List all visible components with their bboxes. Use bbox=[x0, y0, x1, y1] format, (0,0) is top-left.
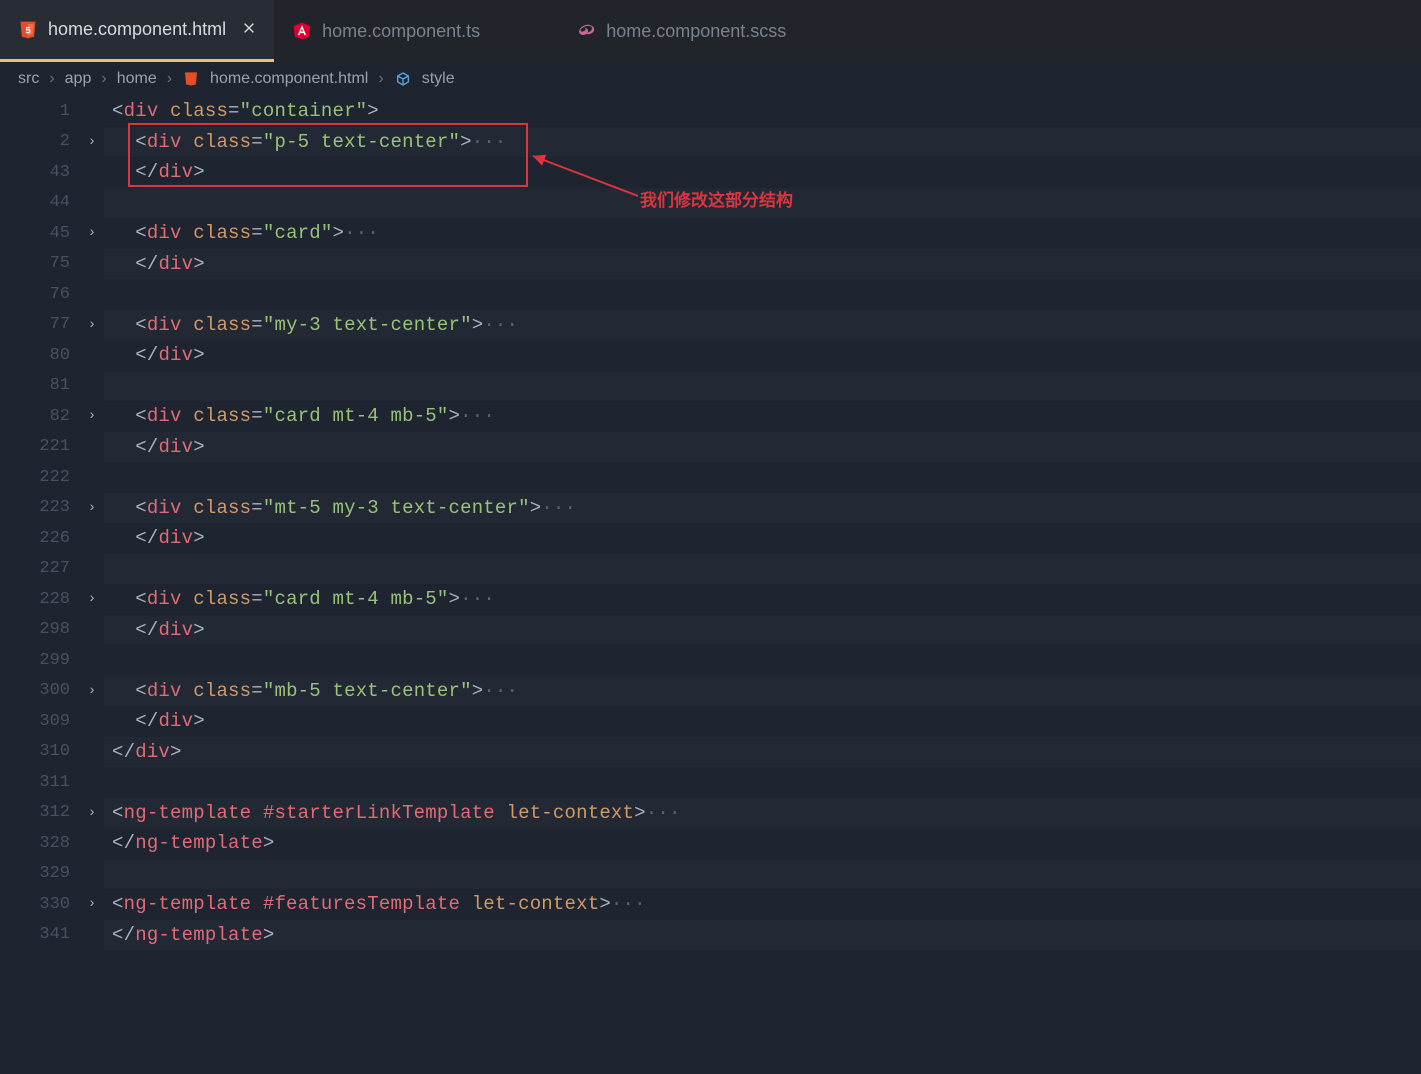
line-number: 223 bbox=[0, 498, 80, 517]
tab-home-html[interactable]: 5 home.component.html bbox=[0, 0, 274, 62]
fold-chevron-icon[interactable]: › bbox=[80, 896, 104, 912]
code-line: 77 › <div class="my-3 text-center">··· bbox=[0, 310, 1421, 341]
line-number: 221 bbox=[0, 437, 80, 456]
editor-tabs: 5 home.component.html home.component.ts … bbox=[0, 0, 1421, 62]
line-number: 1 bbox=[0, 102, 80, 121]
code-line: 81 bbox=[0, 371, 1421, 402]
line-number: 82 bbox=[0, 407, 80, 426]
chevron-right-icon: › bbox=[378, 70, 383, 88]
fold-chevron-icon[interactable]: › bbox=[80, 683, 104, 699]
code-line: 312 › <ng-template #starterLinkTemplate … bbox=[0, 798, 1421, 829]
fold-chevron-icon[interactable]: › bbox=[80, 317, 104, 333]
code-line: 228 › <div class="card mt-4 mb-5">··· bbox=[0, 584, 1421, 615]
code-line: 329 bbox=[0, 859, 1421, 890]
code-line: 222 bbox=[0, 462, 1421, 493]
code-line: 2 › <div class="p-5 text-center">··· bbox=[0, 127, 1421, 158]
code-line: 227 bbox=[0, 554, 1421, 585]
line-number: 43 bbox=[0, 163, 80, 182]
code-line: 226 </div> bbox=[0, 523, 1421, 554]
fold-chevron-icon[interactable]: › bbox=[80, 591, 104, 607]
chevron-right-icon: › bbox=[101, 70, 106, 88]
code-line: 82 › <div class="card mt-4 mb-5">··· bbox=[0, 401, 1421, 432]
chevron-right-icon: › bbox=[49, 70, 54, 88]
fold-chevron-icon[interactable]: › bbox=[80, 408, 104, 424]
tab-label: home.component.html bbox=[48, 19, 226, 40]
code-line: 309 </div> bbox=[0, 706, 1421, 737]
crumb-file[interactable]: home.component.html bbox=[210, 70, 368, 88]
line-number: 226 bbox=[0, 529, 80, 548]
crumb-home[interactable]: home bbox=[117, 70, 157, 88]
code-line: 44 bbox=[0, 188, 1421, 219]
html5-icon bbox=[182, 70, 200, 88]
tab-home-ts[interactable]: home.component.ts bbox=[274, 0, 498, 62]
fold-chevron-icon[interactable]: › bbox=[80, 134, 104, 150]
code-line: 1 <div class="container"> bbox=[0, 96, 1421, 127]
chevron-right-icon: › bbox=[167, 70, 172, 88]
line-number: 77 bbox=[0, 315, 80, 334]
tab-label: home.component.scss bbox=[606, 21, 786, 42]
code-line: 298 </div> bbox=[0, 615, 1421, 646]
line-number: 300 bbox=[0, 681, 80, 700]
code-line: 311 bbox=[0, 767, 1421, 798]
code-line: 341 </ng-template> bbox=[0, 920, 1421, 951]
line-number: 328 bbox=[0, 834, 80, 853]
line-number: 44 bbox=[0, 193, 80, 212]
code-line: 300 › <div class="mb-5 text-center">··· bbox=[0, 676, 1421, 707]
line-number: 75 bbox=[0, 254, 80, 273]
svg-text:5: 5 bbox=[25, 25, 30, 35]
line-number: 310 bbox=[0, 742, 80, 761]
code-line: 43 </div> bbox=[0, 157, 1421, 188]
line-number: 299 bbox=[0, 651, 80, 670]
code-line: 310 </div> bbox=[0, 737, 1421, 768]
code-line: 223 › <div class="mt-5 my-3 text-center"… bbox=[0, 493, 1421, 524]
line-number: 330 bbox=[0, 895, 80, 914]
line-number: 222 bbox=[0, 468, 80, 487]
symbol-icon bbox=[394, 70, 412, 88]
code-line: 76 bbox=[0, 279, 1421, 310]
close-icon[interactable] bbox=[242, 19, 256, 40]
crumb-app[interactable]: app bbox=[65, 70, 92, 88]
tab-label: home.component.ts bbox=[322, 21, 480, 42]
code-line: 221 </div> bbox=[0, 432, 1421, 463]
line-number: 45 bbox=[0, 224, 80, 243]
line-number: 2 bbox=[0, 132, 80, 151]
tab-home-scss[interactable]: home.component.scss bbox=[558, 0, 804, 62]
code-line: 330 › <ng-template #featuresTemplate let… bbox=[0, 889, 1421, 920]
line-number: 76 bbox=[0, 285, 80, 304]
breadcrumb: src › app › home › home.component.html ›… bbox=[0, 62, 1421, 96]
code-line: 75 </div> bbox=[0, 249, 1421, 280]
angular-icon bbox=[292, 21, 312, 41]
crumb-symbol[interactable]: style bbox=[422, 70, 455, 88]
code-line: 45 › <div class="card">··· bbox=[0, 218, 1421, 249]
line-number: 311 bbox=[0, 773, 80, 792]
html5-icon: 5 bbox=[18, 20, 38, 40]
line-number: 80 bbox=[0, 346, 80, 365]
line-number: 81 bbox=[0, 376, 80, 395]
code-line: 80 </div> bbox=[0, 340, 1421, 371]
crumb-src[interactable]: src bbox=[18, 70, 39, 88]
code-line: 328 </ng-template> bbox=[0, 828, 1421, 859]
code-editor[interactable]: 1 <div class="container"> 2 › <div class… bbox=[0, 96, 1421, 950]
code-line: 299 bbox=[0, 645, 1421, 676]
fold-chevron-icon[interactable]: › bbox=[80, 500, 104, 516]
line-number: 309 bbox=[0, 712, 80, 731]
fold-chevron-icon[interactable]: › bbox=[80, 225, 104, 241]
line-number: 228 bbox=[0, 590, 80, 609]
line-number: 341 bbox=[0, 925, 80, 944]
line-number: 227 bbox=[0, 559, 80, 578]
fold-chevron-icon[interactable]: › bbox=[80, 805, 104, 821]
line-number: 298 bbox=[0, 620, 80, 639]
line-number: 312 bbox=[0, 803, 80, 822]
line-number: 329 bbox=[0, 864, 80, 883]
sass-icon bbox=[576, 21, 596, 41]
